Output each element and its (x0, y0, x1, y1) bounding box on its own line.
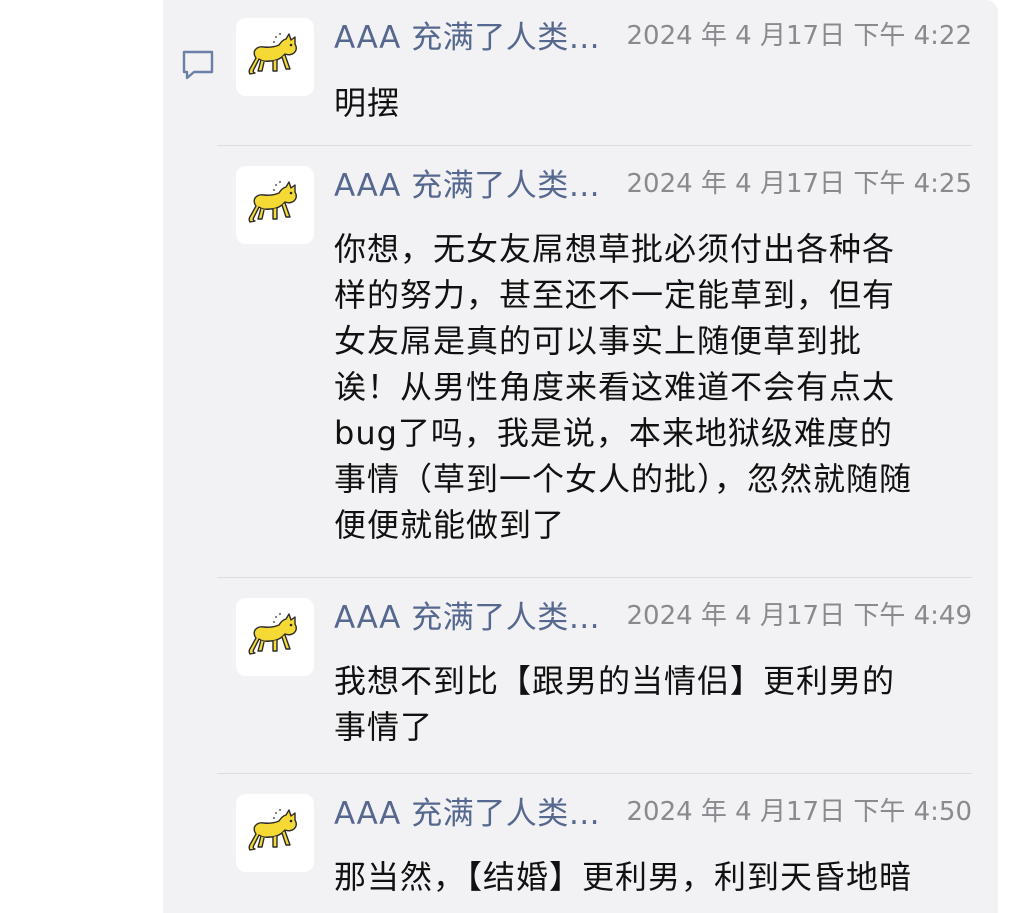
comment-text: 那当然，【结婚】更利男，利到天昏地暗 (334, 854, 912, 900)
comment-item: AAA 充满了人类… 2024 年 4 月17日 下午 4:49 我想不到比【跟… (236, 598, 972, 748)
comment-text: 明摆 (334, 80, 400, 126)
timestamp: 2024 年 4 月17日 下午 4:25 (626, 169, 972, 199)
author-name[interactable]: AAA 充满了人类… (334, 794, 600, 834)
divider (217, 577, 972, 578)
yellow-cat-icon (248, 613, 297, 655)
avatar[interactable] (236, 166, 314, 244)
text-line: 女友屌是真的可以事实上随便草到批 (334, 322, 863, 360)
author-name[interactable]: AAA 充满了人类… (334, 166, 600, 206)
text-line: 样的努力，甚至还不一定能草到，但有 (334, 276, 896, 314)
author-name[interactable]: AAA 充满了人类… (334, 598, 600, 638)
yellow-cat-icon (248, 33, 297, 75)
text-line: 那当然，【结婚】更利男，利到天昏地暗 (334, 858, 913, 896)
text-line: 事情（草到一个女人的批），忽然就随随 (334, 460, 913, 498)
avatar[interactable] (236, 598, 314, 676)
comment-item: AAA 充满了人类… 2024 年 4 月17日 下午 4:25 你想，无女友屌… (236, 166, 972, 556)
text-line: 明摆 (334, 84, 401, 122)
comment-text: 你想，无女友屌想草批必须付出各种各 样的努力，甚至还不一定能草到，但有 女友屌是… (334, 226, 912, 548)
text-line: 便便就能做到了 (334, 506, 566, 544)
comment-item: AAA 充满了人类… 2024 年 4 月17日 下午 4:50 那当然，【结婚… (236, 794, 972, 913)
avatar[interactable] (236, 18, 314, 96)
divider (217, 145, 972, 146)
comment-text: 我想不到比【跟男的当情侣】更利男的 事情了 (334, 658, 895, 750)
comment-item: AAA 充满了人类… 2024 年 4 月17日 下午 4:22 明摆 (236, 18, 972, 128)
timestamp: 2024 年 4 月17日 下午 4:50 (626, 797, 972, 827)
author-name[interactable]: AAA 充满了人类… (334, 18, 600, 58)
yellow-cat-icon (248, 181, 297, 223)
text-line: 事情了 (334, 708, 434, 746)
text-line: 我想不到比【跟男的当情侣】更利男的 (334, 662, 896, 700)
text-line: bug了吗，我是说，本来地狱级难度的 (334, 414, 893, 452)
timestamp: 2024 年 4 月17日 下午 4:22 (626, 21, 972, 51)
divider (217, 773, 972, 774)
text-line: 诶！从男性角度来看这难道不会有点太 (334, 368, 896, 406)
comment-icon[interactable] (180, 48, 216, 82)
yellow-cat-icon (248, 809, 297, 851)
avatar[interactable] (236, 794, 314, 872)
timestamp: 2024 年 4 月17日 下午 4:49 (626, 601, 972, 631)
text-line: 你想，无女友屌想草批必须付出各种各 (334, 230, 896, 268)
